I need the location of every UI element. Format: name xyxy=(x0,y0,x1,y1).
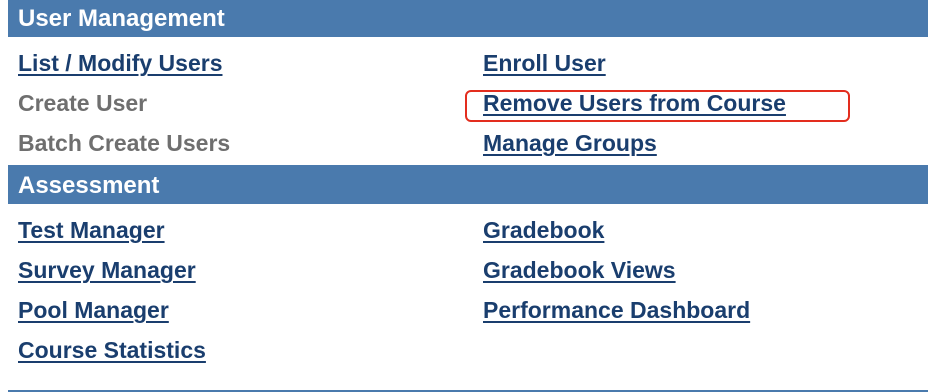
remove-users-from-course-link[interactable]: Remove Users from Course xyxy=(483,90,786,116)
gradebook-link[interactable]: Gradebook xyxy=(483,217,604,243)
pool-manager-link[interactable]: Pool Manager xyxy=(18,297,169,323)
assessment-header: Assessment xyxy=(8,167,928,204)
control-panel: User Management List / Modify Users Enro… xyxy=(8,0,928,392)
create-user-text: Create User xyxy=(18,90,148,116)
batch-create-users-text: Batch Create Users xyxy=(18,130,231,156)
course-statistics-link[interactable]: Course Statistics xyxy=(18,337,206,363)
list-modify-users-link[interactable]: List / Modify Users xyxy=(18,50,222,76)
manage-groups-link[interactable]: Manage Groups xyxy=(483,130,657,156)
survey-manager-link[interactable]: Survey Manager xyxy=(18,257,196,283)
enroll-user-link[interactable]: Enroll User xyxy=(483,50,606,76)
performance-dashboard-link[interactable]: Performance Dashboard xyxy=(483,297,750,323)
gradebook-views-link[interactable]: Gradebook Views xyxy=(483,257,676,283)
assessment-section: Test Manager Gradebook Survey Manager Gr… xyxy=(8,210,928,392)
user-management-section: List / Modify Users Enroll User Create U… xyxy=(8,43,928,167)
user-management-header: User Management xyxy=(8,0,928,37)
test-manager-link[interactable]: Test Manager xyxy=(18,217,165,243)
